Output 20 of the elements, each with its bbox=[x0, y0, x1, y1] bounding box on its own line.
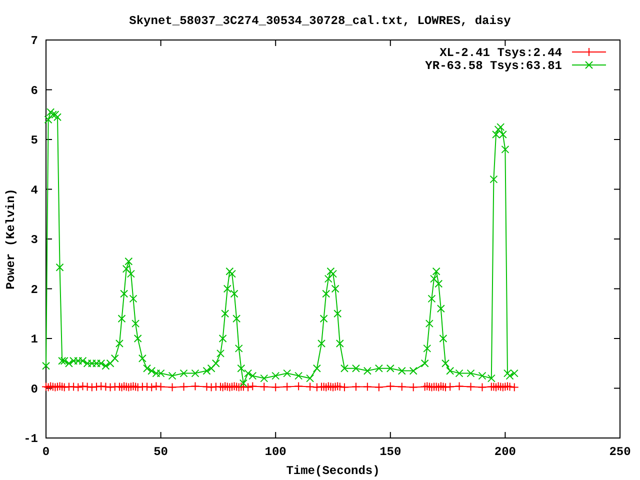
y-tick-label: 2 bbox=[30, 282, 38, 297]
x-tick-label: 100 bbox=[264, 445, 286, 459]
x-tick-label: 250 bbox=[609, 445, 631, 459]
y-tick-label: 6 bbox=[30, 84, 38, 98]
y-tick-label: 5 bbox=[30, 134, 38, 148]
x-tick-label: 50 bbox=[154, 445, 168, 459]
y-tick-label: 1 bbox=[30, 332, 38, 346]
x-tick-label: 200 bbox=[494, 445, 516, 459]
y-axis-label: Power (Kelvin) bbox=[4, 188, 18, 290]
chart-title: Skynet_58037_3C274_30534_30728_cal.txt, LOWRES, daisy bbox=[129, 14, 511, 28]
x-tick-label: 150 bbox=[380, 445, 402, 459]
x-tick-label: 0 bbox=[42, 445, 50, 459]
legend-label: XL-2.41 Tsys:2.44 bbox=[440, 46, 562, 60]
x-axis-label: Time(Seconds) bbox=[286, 464, 380, 478]
y-tick-label: 4 bbox=[30, 183, 38, 198]
y-tick-label: 0 bbox=[30, 382, 38, 396]
legend-label: YR-63.58 Tsys:63.81 bbox=[425, 59, 562, 73]
y-tick-label: -1 bbox=[24, 432, 38, 446]
y-tick-label: 7 bbox=[30, 34, 38, 48]
y-tick-label: 3 bbox=[30, 233, 38, 247]
